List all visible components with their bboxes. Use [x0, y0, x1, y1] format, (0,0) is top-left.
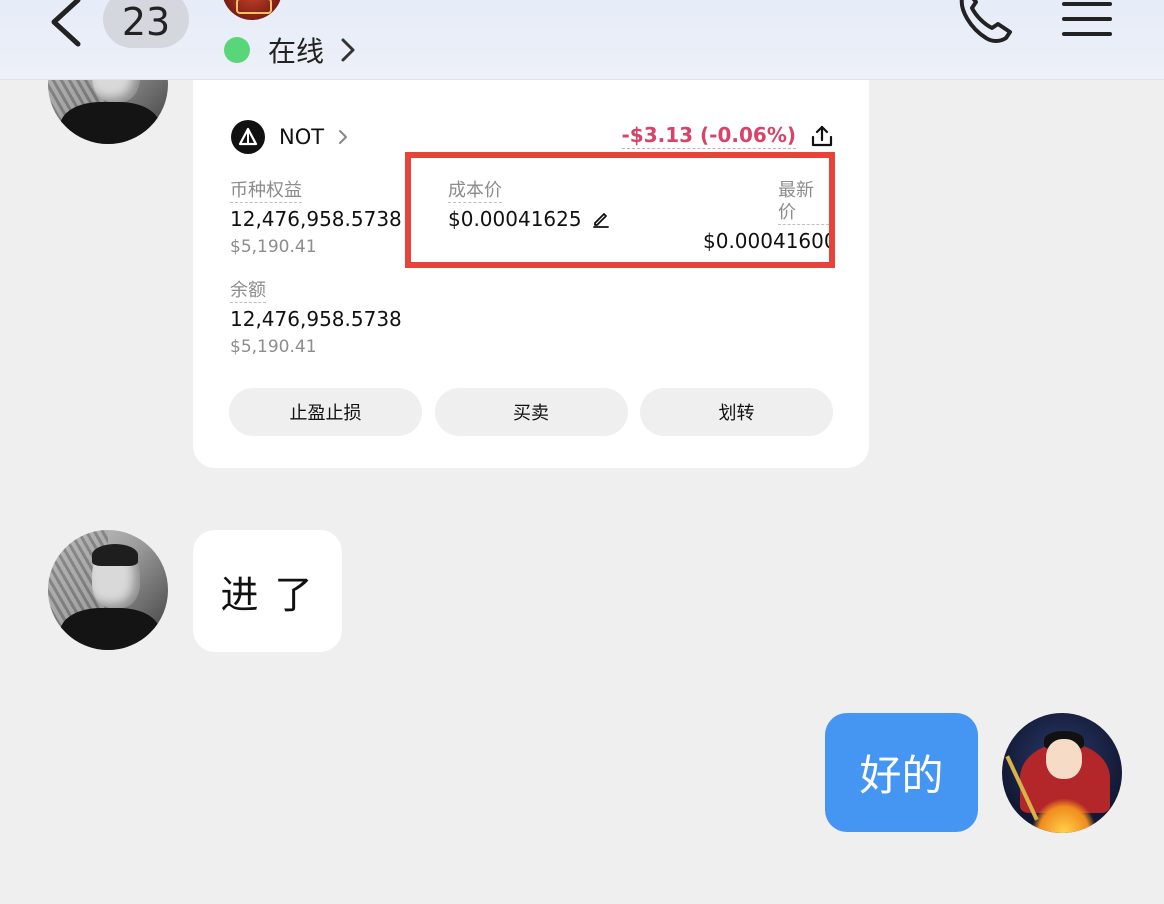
call-button[interactable]: [952, 0, 1018, 48]
chevron-right-icon: [341, 38, 355, 62]
card-actions: 止盈止损 买卖 划转: [229, 388, 833, 436]
balance-label[interactable]: 余额: [230, 280, 266, 303]
back-button[interactable]: [44, 0, 88, 48]
share-icon[interactable]: [811, 124, 833, 148]
my-avatar[interactable]: [1002, 713, 1122, 833]
equity-block: 币种权益 12,476,958.5738 $5,190.41: [230, 180, 402, 257]
chevron-right-icon: [339, 130, 348, 144]
equity-usd: $5,190.41: [230, 237, 317, 257]
equity-label[interactable]: 币种权益: [230, 180, 302, 203]
chat-header: 23 在线: [0, 0, 1164, 80]
menu-button[interactable]: [1060, 0, 1114, 40]
online-dot-icon: [224, 37, 250, 63]
balance-value: 12,476,958.5738: [230, 307, 402, 331]
message-text: 好的: [859, 751, 944, 800]
unread-count: 23: [121, 0, 171, 44]
message-text: 进了: [220, 572, 329, 617]
token-name: NOT: [279, 125, 325, 149]
trade-button[interactable]: 买卖: [434, 388, 628, 436]
tp-sl-button[interactable]: 止盈止损: [229, 388, 422, 436]
incoming-message-bubble[interactable]: 进了: [193, 530, 342, 652]
token-header[interactable]: NOT: [231, 120, 348, 154]
balance-block: 余额 12,476,958.5738 $5,190.41: [230, 280, 402, 357]
unread-count-badge[interactable]: 23: [103, 0, 189, 48]
status-text: 在线: [268, 35, 325, 68]
notcoin-triangle-icon: [231, 120, 265, 154]
transfer-button[interactable]: 划转: [640, 388, 833, 436]
highlight-annotation-box: [405, 152, 835, 268]
contact-status[interactable]: 在线: [224, 30, 358, 70]
pnl-value[interactable]: -$3.13 (-0.06%): [621, 122, 796, 149]
equity-value: 12,476,958.5738: [230, 207, 402, 231]
balance-usd: $5,190.41: [230, 337, 317, 357]
phone-icon: [959, 0, 1012, 43]
outgoing-message-bubble[interactable]: 好的: [825, 713, 978, 832]
chevron-left-icon: [51, 0, 81, 47]
token-position-card[interactable]: NOT -$3.13 (-0.06%) 币种权益 12,476,958.5738…: [193, 70, 869, 468]
contact-avatar[interactable]: [222, 0, 282, 20]
hamburger-menu-icon: [1062, 2, 1112, 36]
sender-avatar[interactable]: [48, 530, 168, 650]
